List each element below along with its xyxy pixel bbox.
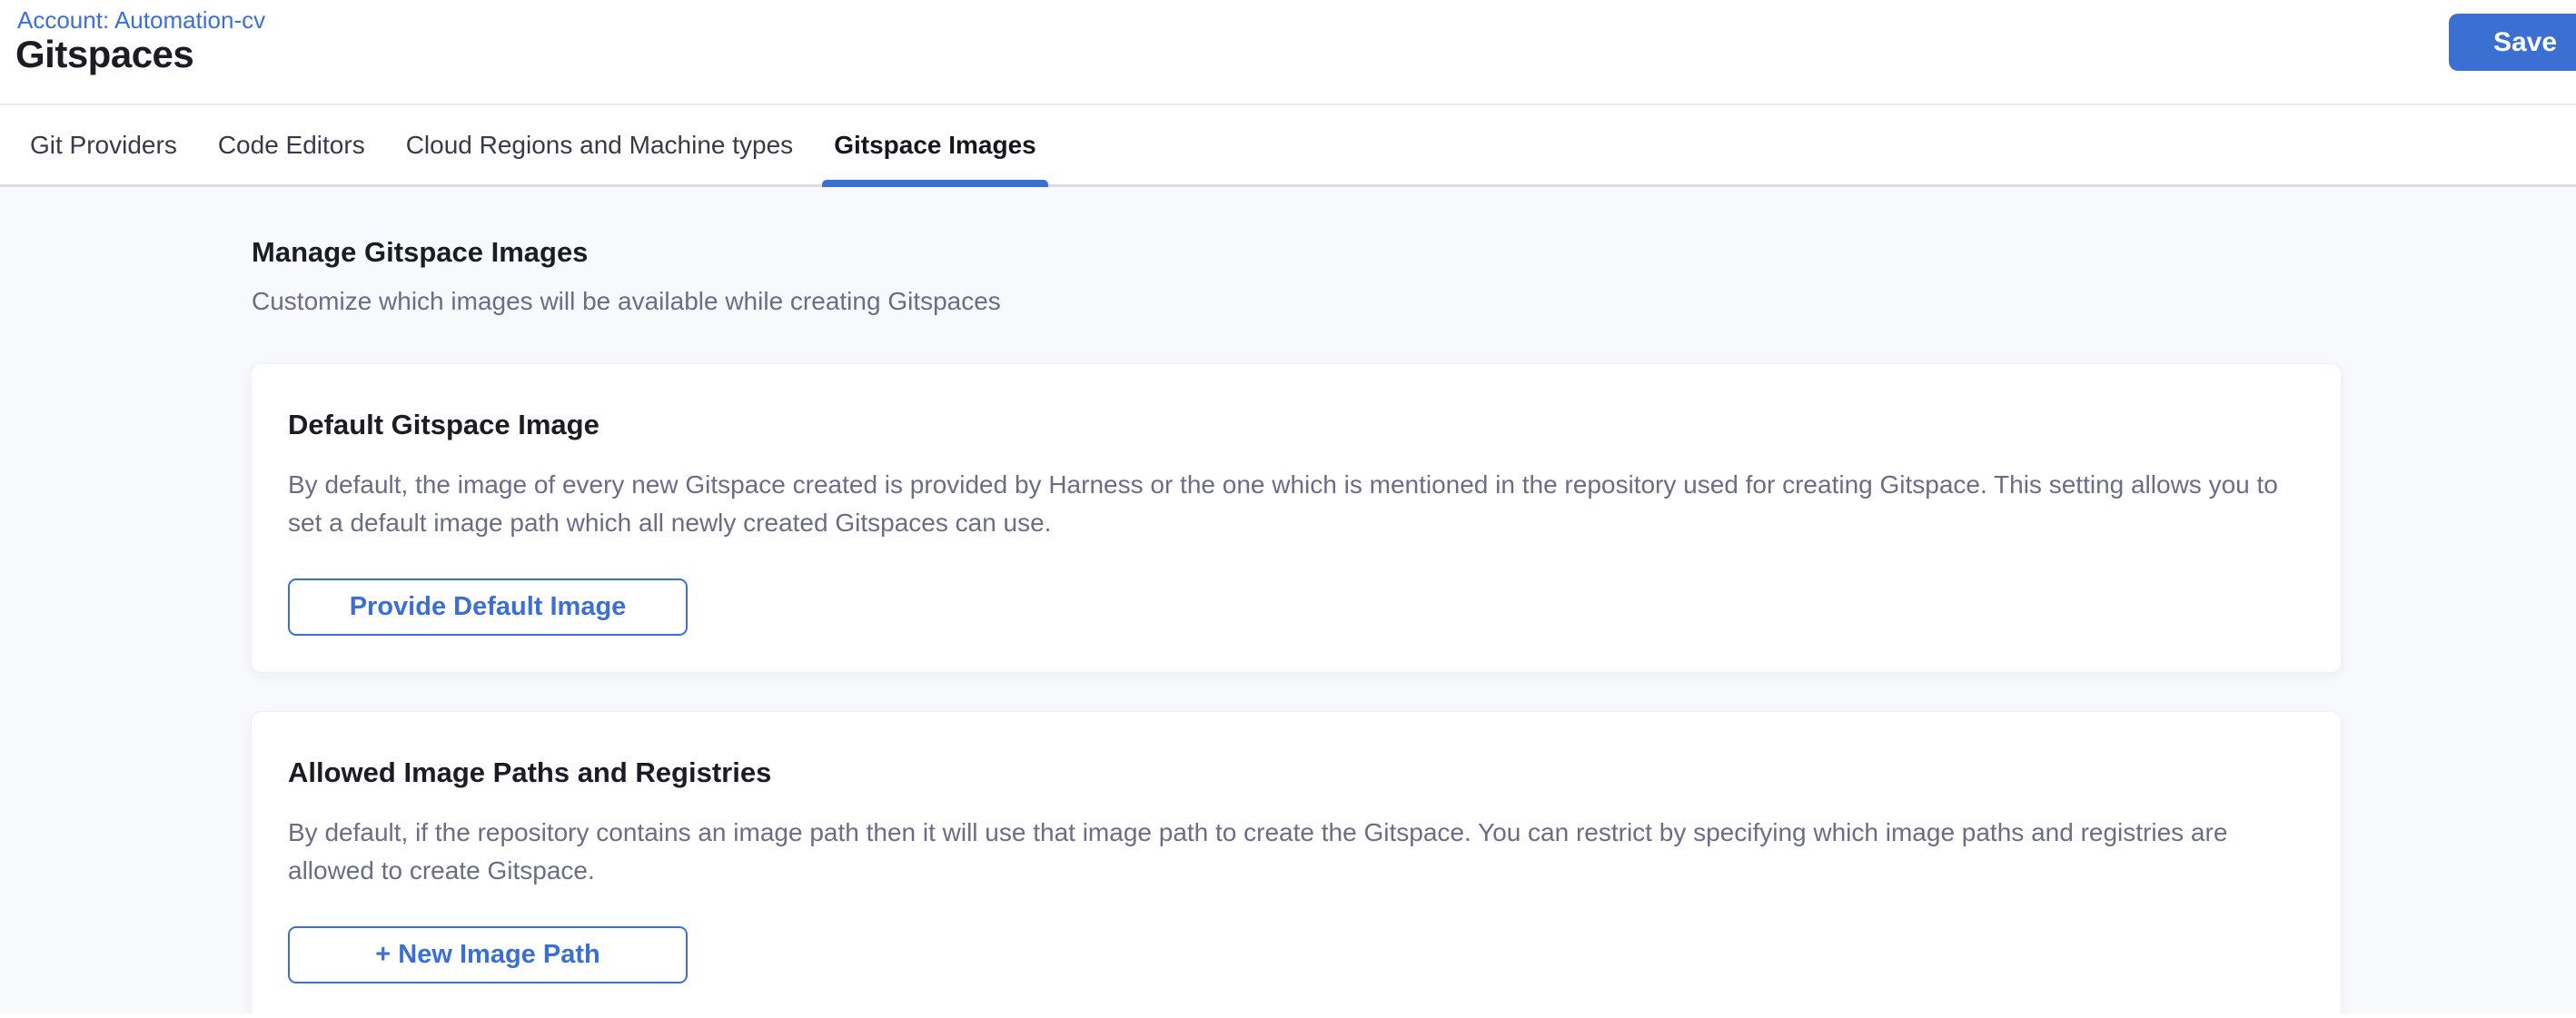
tab-label: Code Editors [218, 131, 365, 160]
card-title: Default Gitspace Image [288, 408, 2304, 442]
page-header: Account: Automation-cv Gitspaces Save [0, 0, 2576, 105]
tab-git-providers[interactable]: Git Providers [30, 105, 177, 184]
allowed-image-paths-card: Allowed Image Paths and Registries By de… [251, 711, 2342, 1013]
page-title: Gitspaces [15, 33, 193, 76]
card-title: Allowed Image Paths and Registries [288, 756, 2304, 790]
section-title: Manage Gitspace Images [252, 234, 2576, 271]
card-description: By default, the image of every new Gitsp… [288, 466, 2291, 542]
content-area: Manage Gitspace Images Customize which i… [0, 187, 2576, 1013]
tab-label: Gitspace Images [834, 131, 1036, 160]
section-subtitle: Customize which images will be available… [252, 283, 2576, 320]
settings-tab-bar: Git Providers Code Editors Cloud Regions… [0, 105, 2576, 187]
tab-code-editors[interactable]: Code Editors [218, 105, 365, 184]
save-button[interactable]: Save [2449, 14, 2576, 71]
active-tab-indicator [822, 180, 1048, 187]
new-image-path-button[interactable]: + New Image Path [288, 926, 688, 983]
section-header: Manage Gitspace Images Customize which i… [0, 187, 2576, 320]
provide-default-image-button[interactable]: Provide Default Image [288, 578, 688, 636]
account-breadcrumb-link[interactable]: Account: Automation-cv [17, 6, 265, 35]
card-description: By default, if the repository contains a… [288, 814, 2291, 890]
tab-gitspace-images[interactable]: Gitspace Images [834, 105, 1036, 184]
tab-label: Git Providers [30, 131, 177, 160]
tab-label: Cloud Regions and Machine types [406, 131, 793, 160]
default-gitspace-image-card: Default Gitspace Image By default, the i… [251, 363, 2342, 673]
tab-cloud-regions-machine-types[interactable]: Cloud Regions and Machine types [406, 105, 793, 184]
